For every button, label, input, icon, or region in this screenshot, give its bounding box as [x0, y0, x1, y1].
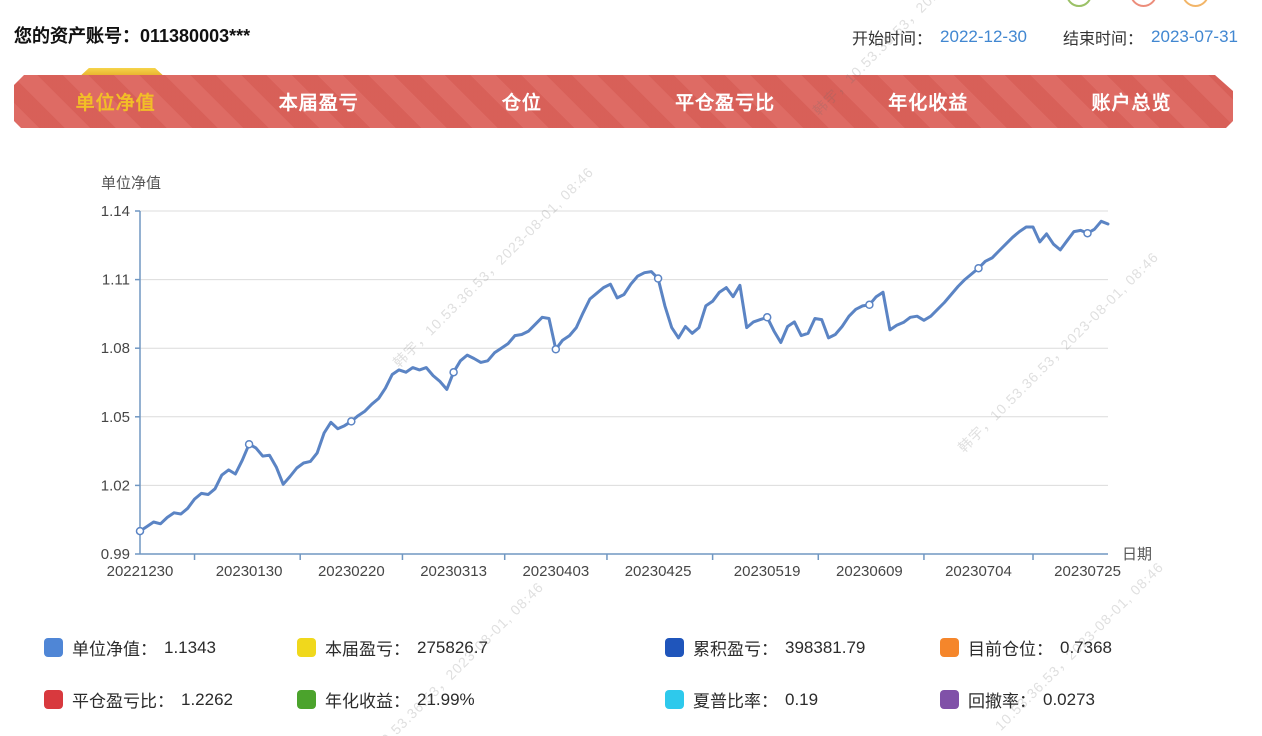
legend-annualized-return-swatch-icon: [297, 690, 316, 709]
net-value-chart: 0.99 1.02 1.05 1.08 1.11 1.14 20221230 20230130…: [0, 160, 1262, 590]
legend-cumulative-pnl-value: 398381.79: [785, 637, 866, 657]
start-date-picker[interactable]: 2022-12-30: [940, 27, 1027, 47]
x-tick-label: 20230609: [836, 563, 903, 580]
tab-annualized-return[interactable]: 年化收益: [827, 75, 1030, 128]
net-value-chart-svg: 0.99 1.02 1.05 1.08 1.11 1.14 20221230 20230130…: [101, 175, 1152, 580]
legend-close-pnl-ratio-swatch-icon: [44, 690, 63, 709]
y-tick-label: 1.14: [101, 203, 130, 220]
tab-account-overview[interactable]: 账户总览: [1030, 75, 1233, 128]
status-circle-orange-icon[interactable]: [1182, 0, 1209, 7]
y-tick-label: 1.11: [102, 272, 130, 289]
legend-close-pnl-ratio-value: 1.2262: [181, 689, 233, 709]
legend-close-pnl-ratio: 平仓盈亏比： 1.2262: [44, 689, 297, 711]
data-point-marker: [135, 526, 145, 536]
legend-drawdown-rate-swatch-icon: [940, 690, 959, 709]
legend-cumulative-pnl: 累积盈亏： 398381.79: [665, 637, 940, 659]
net-value-line: [138, 219, 1110, 533]
y-tick-label: 1.05: [101, 409, 130, 426]
legend-current-position-label: 目前仓位：: [968, 640, 1053, 659]
x-tick-label: 20230725: [1054, 563, 1121, 580]
date-range-controls: 开始时间： 2022-12-30 结束时间： 2023-07-31: [852, 25, 1238, 49]
data-point-marker: [347, 417, 356, 426]
account-number: 011380003***: [140, 26, 251, 46]
y-tick-label: 0.99: [101, 546, 130, 563]
data-point-marker: [244, 439, 254, 449]
stats-legend: 单位净值： 1.1343 本届盈亏： 275826.7 累积盈亏： 398381.79 目前…: [0, 637, 1262, 711]
x-tick-label: 20230425: [625, 563, 692, 580]
account-label: 您的资产账号：: [14, 26, 140, 46]
legend-current-position: 目前仓位： 0.7368: [940, 637, 1220, 659]
data-point-marker: [551, 345, 561, 354]
legend-sharpe-ratio-label: 夏普比率：: [693, 692, 778, 711]
legend-annualized-return-label: 年化收益：: [325, 692, 410, 711]
tab-bar: 单位净值 本届盈亏 仓位 平仓盈亏比 年化收益 账户总览: [14, 75, 1233, 128]
x-tick-label: 20230519: [734, 563, 801, 580]
legend-current-pnl-swatch-icon: [297, 638, 316, 657]
legend-current-position-value: 0.7368: [1060, 637, 1112, 657]
legend-current-pnl-label: 本届盈亏：: [325, 640, 410, 659]
legend-sharpe-ratio: 夏普比率： 0.19: [665, 689, 940, 711]
legend-close-pnl-ratio-label: 平仓盈亏比：: [72, 692, 174, 711]
legend-current-pnl: 本届盈亏： 275826.7: [297, 637, 665, 659]
x-tick-label: 20230403: [522, 563, 589, 580]
end-time-label: 结束时间：: [1063, 31, 1144, 48]
page-title: 您的资产账号：011380003***: [14, 22, 250, 48]
data-point-marker: [974, 263, 983, 273]
legend-cumulative-pnl-swatch-icon: [665, 638, 684, 657]
y-tick-label: 1.08: [101, 340, 130, 357]
x-tick-label: 20230130: [216, 563, 283, 580]
x-tick-label: 20230313: [420, 563, 487, 580]
legend-annualized-return-value: 21.99%: [417, 689, 475, 709]
end-date-picker[interactable]: 2023-07-31: [1151, 27, 1238, 47]
x-tick-label: 20230220: [318, 563, 385, 580]
data-point-marker: [1083, 228, 1092, 238]
status-circle-green-icon[interactable]: [1066, 0, 1092, 7]
status-circle-red-icon[interactable]: [1130, 0, 1157, 7]
legend-current-position-swatch-icon: [940, 638, 959, 657]
data-point-marker: [449, 367, 458, 377]
tab-current-pnl[interactable]: 本届盈亏: [217, 75, 420, 128]
x-tick-label: 20221230: [107, 563, 174, 580]
y-axis-title: 单位净值: [101, 175, 161, 192]
legend-unit-net-value-swatch-icon: [44, 638, 63, 657]
tab-close-pnl-ratio[interactable]: 平仓盈亏比: [624, 75, 827, 128]
legend-sharpe-ratio-value: 0.19: [785, 689, 819, 709]
data-point-marker: [653, 274, 663, 283]
legend-current-pnl-value: 275826.7: [417, 637, 488, 657]
tab-position[interactable]: 仓位: [420, 75, 623, 128]
tab-unit-net-value[interactable]: 单位净值: [14, 75, 217, 128]
legend-unit-net-value-value: 1.1343: [164, 637, 216, 657]
data-point-marker: [762, 313, 772, 322]
dashboard-page: 韩宇，10.53.36.53，2023-08-01, 08:46 韩宇，10.5…: [0, 0, 1262, 736]
legend-annualized-return: 年化收益： 21.99%: [297, 689, 665, 711]
legend-cumulative-pnl-label: 累积盈亏：: [693, 640, 778, 659]
data-point-marker: [865, 300, 874, 310]
legend-drawdown-rate-value: 0.0273: [1043, 689, 1095, 709]
legend-sharpe-ratio-swatch-icon: [665, 690, 684, 709]
x-tick-label: 20230704: [945, 563, 1012, 580]
legend-unit-net-value-label: 单位净值：: [72, 640, 157, 659]
legend-unit-net-value: 单位净值： 1.1343: [44, 637, 297, 659]
legend-drawdown-rate: 回撤率： 0.0273: [940, 689, 1220, 711]
x-axis-title: 日期: [1122, 546, 1152, 563]
legend-drawdown-rate-label: 回撤率：: [968, 692, 1036, 711]
start-time-label: 开始时间：: [852, 31, 933, 48]
y-tick-label: 1.02: [101, 477, 130, 494]
